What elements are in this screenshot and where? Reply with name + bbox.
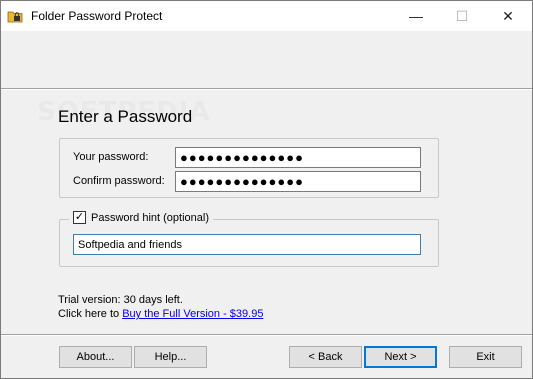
close-button[interactable]: ✕ (485, 1, 531, 31)
password-hint-toggle[interactable]: ✓ Password hint (optional) (69, 211, 214, 224)
footer-divider (1, 334, 532, 336)
password-hint-field[interactable]: Softpedia and friends (73, 234, 421, 255)
buy-full-version-link[interactable]: Buy the Full Version - $39.95 (122, 308, 263, 320)
title-bar[interactable]: Folder Password Protect — ☐ ✕ (1, 1, 532, 31)
folder-lock-icon (7, 9, 23, 23)
app-window: Folder Password Protect — ☐ ✕ SOFTPEDIA … (0, 0, 533, 379)
window-title: Folder Password Protect (31, 9, 163, 23)
buy-line: Click here to Buy the Full Version - $39… (58, 308, 263, 320)
hint-checkbox[interactable]: ✓ (73, 211, 86, 224)
buy-prefix-text: Click here to (58, 308, 123, 320)
next-button[interactable]: Next > (364, 346, 437, 368)
confirm-password-field[interactable]: ●●●●●●●●●●●●●● (175, 171, 421, 192)
page-title: Enter a Password (58, 107, 193, 126)
minimize-button[interactable]: — (393, 1, 439, 31)
about-button[interactable]: About... (59, 346, 132, 368)
hint-checkbox-label[interactable]: Password hint (optional) (91, 212, 209, 224)
confirm-password-label: Confirm password: (73, 175, 165, 187)
header-band (1, 31, 532, 90)
exit-button[interactable]: Exit (449, 346, 522, 368)
help-button[interactable]: Help... (134, 346, 207, 368)
password-label: Your password: (73, 151, 149, 163)
password-field[interactable]: ●●●●●●●●●●●●●● (175, 147, 421, 168)
back-button[interactable]: < Back (289, 346, 362, 368)
maximize-button[interactable]: ☐ (439, 1, 485, 31)
trial-status: Trial version: 30 days left. (58, 294, 183, 306)
